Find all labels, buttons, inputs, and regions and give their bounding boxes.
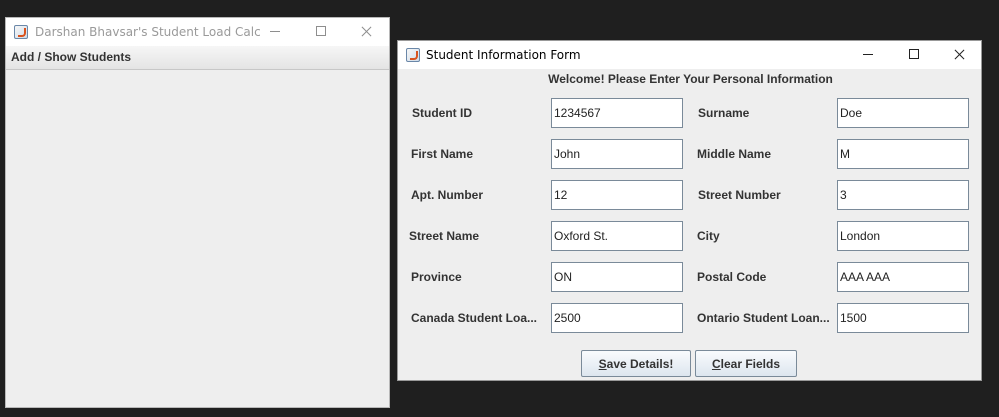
middle-name-field[interactable]: [837, 139, 969, 169]
maximize-icon[interactable]: [891, 41, 937, 69]
canada-student-loan-label: Canada Student Loa...: [411, 311, 538, 325]
first-name-label: First Name: [411, 147, 474, 161]
save-details-button[interactable]: Save Details!: [581, 350, 691, 377]
close-icon[interactable]: [937, 41, 983, 69]
city-label: City: [697, 229, 720, 243]
canada-student-loan-field[interactable]: [551, 303, 683, 333]
menu-bar: Add / Show Students: [6, 46, 389, 70]
clear-fields-button[interactable]: Clear Fields: [695, 350, 797, 377]
java-app-icon: [14, 25, 28, 39]
title-bar[interactable]: Darshan Bhavsar's Student Load Calcul...: [6, 18, 389, 46]
middle-name-label: Middle Name: [697, 147, 772, 161]
street-number-field[interactable]: [837, 180, 969, 210]
street-name-field[interactable]: [551, 221, 683, 251]
first-name-field[interactable]: [551, 139, 683, 169]
street-number-label: Street Number: [698, 188, 781, 202]
window-title: Darshan Bhavsar's Student Load Calcul...: [35, 25, 260, 39]
ontario-student-loan-label: Ontario Student Loan...: [697, 311, 830, 325]
window-title: Student Information Form: [426, 48, 581, 62]
postal-code-label: Postal Code: [697, 270, 767, 284]
street-name-label: Street Name: [409, 229, 480, 243]
menu-add-show-students[interactable]: Add / Show Students: [11, 50, 131, 64]
welcome-heading: Welcome! Please Enter Your Personal Info…: [548, 72, 833, 86]
apt-number-field[interactable]: [551, 180, 683, 210]
apt-number-label: Apt. Number: [411, 188, 483, 202]
close-icon[interactable]: [344, 18, 390, 46]
province-label: Province: [411, 270, 462, 284]
java-app-icon: [406, 48, 420, 62]
postal-code-field[interactable]: [837, 262, 969, 292]
student-id-field[interactable]: [551, 98, 683, 128]
student-information-form-window: Student Information Form Welcome! Please…: [397, 40, 982, 381]
minimize-icon[interactable]: [845, 41, 891, 69]
maximize-icon[interactable]: [298, 18, 344, 46]
surname-label: Surname: [698, 106, 750, 120]
title-bar[interactable]: Student Information Form: [398, 41, 981, 69]
province-field[interactable]: [551, 262, 683, 292]
student-calculator-window: Darshan Bhavsar's Student Load Calcul...…: [5, 17, 390, 408]
ontario-student-loan-field[interactable]: [837, 303, 969, 333]
surname-field[interactable]: [837, 98, 969, 128]
student-id-label: Student ID: [412, 106, 472, 120]
minimize-icon[interactable]: [252, 18, 298, 46]
city-field[interactable]: [837, 221, 969, 251]
